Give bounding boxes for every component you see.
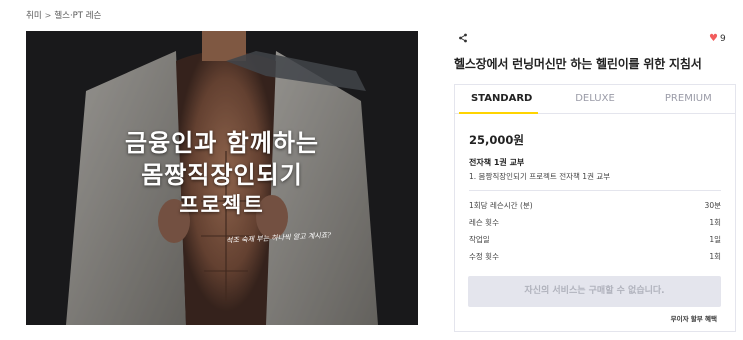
- tab-standard[interactable]: STANDARD: [455, 85, 548, 114]
- breadcrumb-category[interactable]: 취미: [26, 9, 42, 21]
- hero-image: 금융인과 함께하는 몸짱직장인되기 프로젝트 석조 숙제 부는 하나씩 알고 계…: [26, 31, 418, 325]
- package-panel: STANDARD DELUXE PREMIUM 25,000원 전자책 1권 교…: [454, 84, 736, 332]
- hero-headline-line1: 금융인과 함께하는: [125, 129, 319, 157]
- package-name: 전자책 1권 교부: [469, 158, 525, 167]
- detail-value: 1일: [709, 235, 721, 244]
- breadcrumb: 취미 > 헬스·PT 레슨: [26, 9, 101, 22]
- detail-row: 수정 횟수 1회: [469, 248, 721, 265]
- detail-row: 1회당 레슨시간 (분) 30분: [469, 197, 721, 214]
- hero-headline-line2: 몸짱직장인되기: [141, 161, 303, 189]
- detail-label: 레슨 횟수: [469, 218, 499, 227]
- share-icon: [459, 33, 467, 43]
- installment-link[interactable]: 무이자 할부 혜택: [671, 313, 717, 323]
- share-button[interactable]: [458, 33, 468, 46]
- detail-value: 1회: [709, 252, 721, 261]
- breadcrumb-separator: >: [44, 10, 52, 20]
- detail-row: 레슨 횟수 1회: [469, 214, 721, 231]
- package-tabs: STANDARD DELUXE PREMIUM: [455, 85, 735, 114]
- tab-deluxe[interactable]: DELUXE: [548, 85, 641, 113]
- package-description: 1. 몸짱직장인되기 프로젝트 전자책 1권 교부: [469, 172, 611, 181]
- tab-premium[interactable]: PREMIUM: [642, 85, 735, 113]
- detail-label: 작업일: [469, 235, 490, 244]
- heart-icon: ♥: [709, 33, 718, 44]
- breadcrumb-subcategory[interactable]: 헬스·PT 레슨: [54, 9, 101, 21]
- detail-value: 30분: [704, 201, 721, 210]
- detail-label: 수정 횟수: [469, 252, 499, 261]
- hero-headline-line3: 프로젝트: [179, 193, 265, 217]
- divider: [469, 190, 721, 191]
- like-button[interactable]: ♥ 9: [709, 33, 726, 44]
- detail-label: 1회당 레슨시간 (분): [469, 201, 533, 210]
- service-title: 헬스장에서 런닝머신만 하는 헬린이를 위한 지침서: [454, 57, 702, 71]
- package-price: 25,000원: [469, 133, 524, 147]
- detail-row: 작업일 1일: [469, 231, 721, 248]
- package-details: 1회당 레슨시간 (분) 30분 레슨 횟수 1회 작업일 1일 수정 횟수 1…: [469, 197, 721, 265]
- detail-value: 1회: [709, 218, 721, 227]
- like-count: 9: [719, 33, 726, 44]
- purchase-button[interactable]: 자신의 서비스는 구매할 수 없습니다.: [468, 276, 721, 307]
